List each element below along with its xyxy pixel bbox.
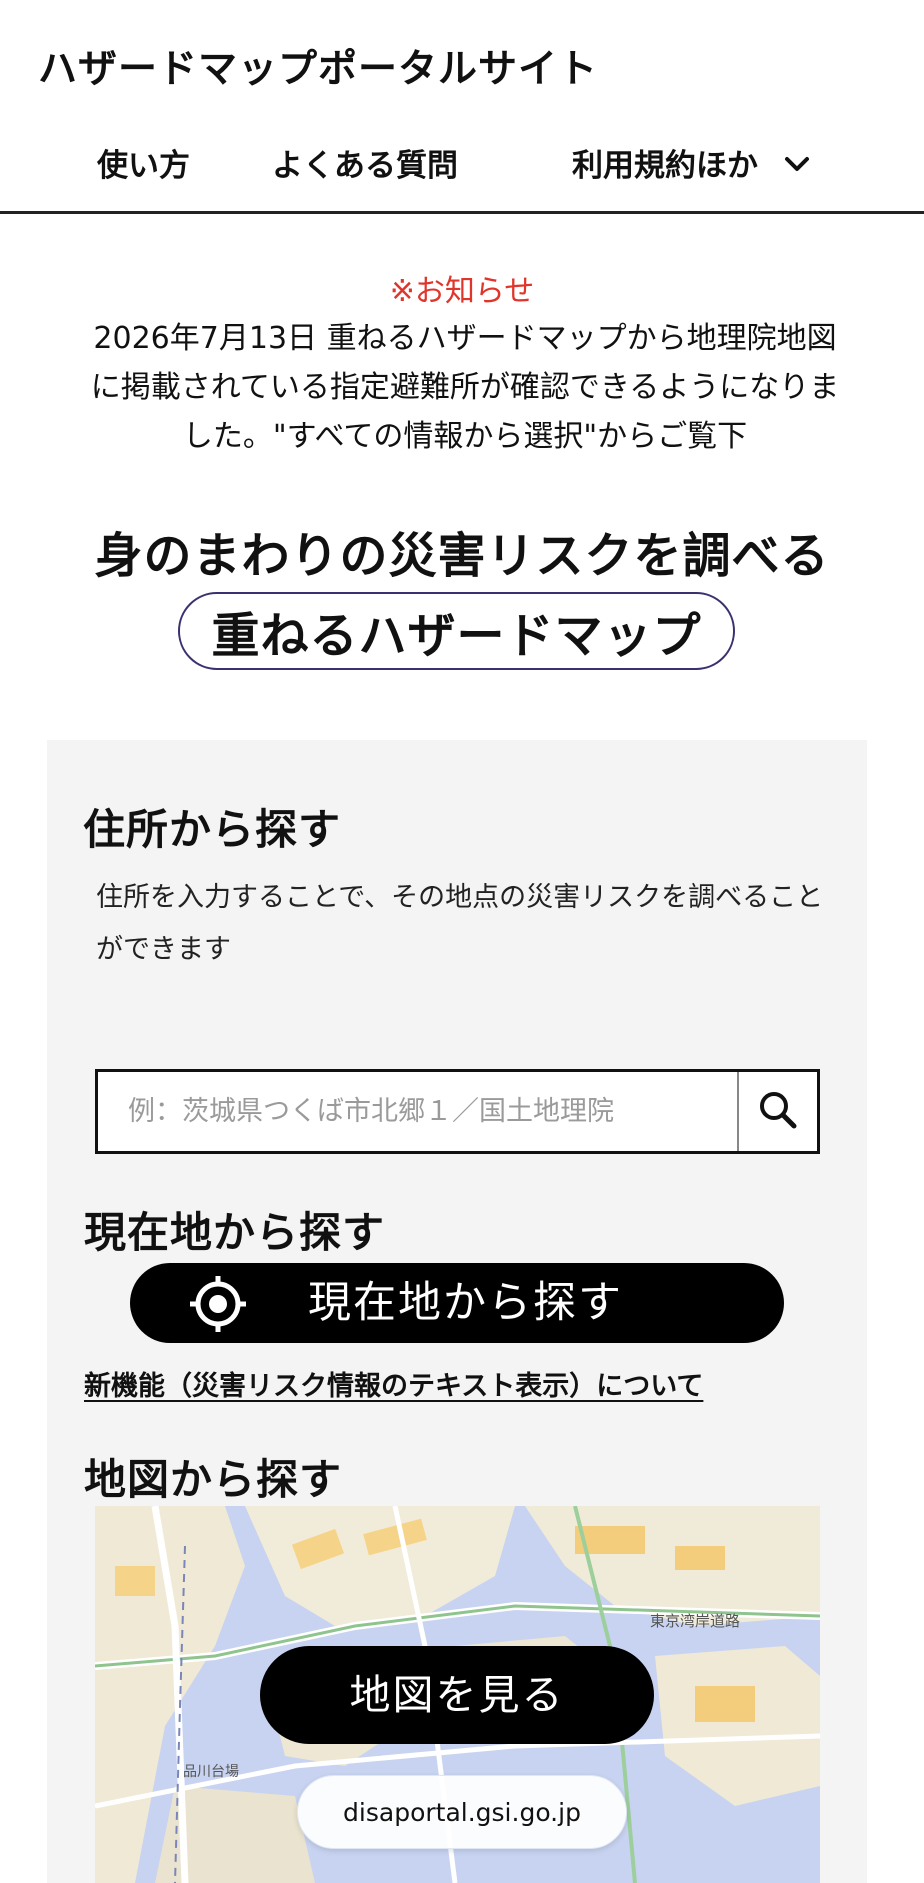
page: ハザードマップポータルサイト 使い方 よくある質問 利用規約ほか ※お知らせ 2… (0, 0, 924, 1883)
nav-usage-label: 使い方 (97, 148, 190, 184)
address-search-button[interactable] (737, 1072, 817, 1151)
nav-terms-dropdown[interactable]: 利用規約ほか (572, 140, 811, 185)
view-map-button[interactable]: 地図を見る (260, 1646, 654, 1744)
address-search-heading: 住所から探す (83, 805, 342, 854)
current-location-button[interactable]: 現在地から探す (130, 1263, 784, 1343)
site-title[interactable]: ハザードマップポータルサイト (38, 38, 598, 94)
header-divider (0, 211, 924, 214)
notice-heading: ※お知らせ (389, 274, 535, 309)
map-label-road: 東京湾岸道路 (650, 1612, 740, 1630)
address-search-box (95, 1069, 820, 1154)
url-domain: disaportal.gsi.go.jp (343, 1798, 581, 1827)
new-feature-link[interactable]: 新機能（災害リスク情報のテキスト表示）について (84, 1364, 703, 1403)
notice-text: 2026年7月13日 重ねるハザードマップから地理院地図に掲載されている指定避難… (90, 321, 840, 454)
nav-faq-label: よくある質問 (272, 148, 458, 184)
nav-terms-label: 利用規約ほか (572, 148, 758, 184)
chevron-down-icon (783, 147, 811, 183)
address-search-description: 住所を入力することで、その地点の災害リスクを調べることができます (96, 882, 824, 965)
browser-url-bar[interactable]: disaportal.gsi.go.jp (297, 1775, 627, 1849)
crosshair-icon (188, 1274, 248, 1338)
nav-usage[interactable]: 使い方 (97, 140, 190, 185)
map-search-heading: 地図から探す (84, 1455, 343, 1504)
current-location-button-label: 現在地から探す (308, 1278, 623, 1328)
location-search-heading: 現在地から探す (84, 1208, 386, 1257)
search-icon (756, 1088, 800, 1136)
hero-headline: 身のまわりの災害リスクを調べる (94, 528, 830, 584)
main-nav: 使い方 よくある質問 利用規約ほか (0, 140, 924, 188)
nav-faq[interactable]: よくある質問 (272, 140, 458, 185)
address-search-input[interactable] (98, 1072, 737, 1151)
hero-service-name: 重ねるハザードマップ (178, 592, 735, 670)
map-label-daiba: 品川台場 (183, 1764, 239, 1780)
